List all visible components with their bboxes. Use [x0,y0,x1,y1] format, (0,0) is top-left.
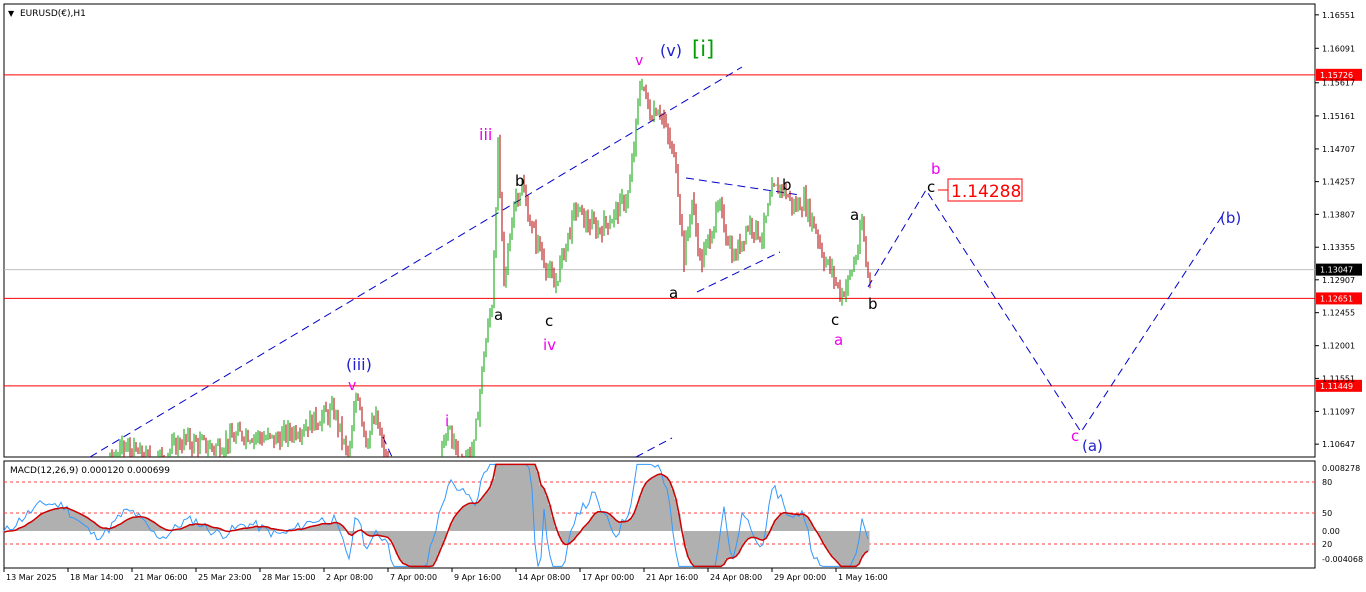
price-tick-label: 1.15617 [1322,79,1355,88]
wave-label: b [868,295,878,313]
price-pane[interactable] [3,3,1316,458]
time-tick-label: 21 Apr 16:00 [646,573,698,582]
time-tick-label: 21 Mar 06:00 [134,573,187,582]
price-tick-label: 1.16551 [1322,11,1355,20]
price-tick-label: 1.16091 [1322,44,1355,53]
macd-scale-label: 80 [1322,478,1332,487]
wave-label: i [445,412,449,430]
price-tick-label: 1.14257 [1322,178,1355,187]
price-tick-label: 1.11097 [1322,407,1355,416]
wave-label: c [545,312,553,330]
macd-label: MACD(12,26,9) 0.000120 0.000699 [10,466,170,476]
wave-label: b [515,172,525,190]
target-price-label: 1.14288 [951,182,1021,202]
wave-label: (v) [660,41,682,60]
macd-scale-label: 50 [1322,509,1332,518]
time-tick-label: 13 Mar 2025 [6,573,57,582]
time-tick-label: 29 Apr 00:00 [774,573,826,582]
wave-label: iv [543,336,556,354]
wave-label: (a) [1082,437,1103,455]
price-tick-label: 1.12001 [1322,342,1355,351]
wave-label: b [782,176,792,194]
price-tick-label: 1.13355 [1322,243,1355,252]
time-tick-label: 14 Apr 08:00 [518,573,570,582]
wave-label: (b) [1220,209,1241,227]
price-tick-label: 1.10647 [1322,440,1355,449]
wave-label: v [635,53,643,69]
wave-label: iii [479,125,492,144]
symbol-label: EURUSD(€),H1 [20,9,86,19]
wave-label: c [831,311,839,329]
wave-label: c [927,178,935,196]
time-axis: 13 Mar 2025 18 Mar 14:00 21 Mar 06:00 25 Ma… [3,568,888,582]
time-tick-label: 7 Apr 00:00 [390,573,437,582]
time-tick-label: 24 Apr 08:00 [710,573,762,582]
price-tick-label: 1.13807 [1322,210,1355,219]
time-tick-label: 25 Mar 23:00 [198,573,251,582]
wave-label: a [669,284,678,302]
macd-scale-label: 20 [1322,540,1332,549]
current-price-label: 1.13047 [1320,266,1353,275]
time-tick-label: 9 Apr 16:00 [454,573,501,582]
price-tick-label: 1.12907 [1322,276,1355,285]
wave-label: a [494,306,503,324]
time-tick-label: 17 Apr 00:00 [582,573,634,582]
chart-window[interactable]: 1.15726 1.12651 1.11449 1.13047 1.14288 v(… [0,0,1366,588]
time-tick-label: 28 Mar 15:00 [262,573,315,582]
level-price-label: 1.12651 [1320,294,1353,303]
time-tick-label: 18 Mar 14:00 [70,573,123,582]
price-tick-label: 1.12455 [1322,309,1355,318]
wave-label: v [348,378,356,394]
time-tick-label: 1 May 16:00 [838,573,888,582]
wave-label: (iii) [346,355,372,374]
macd-scale-label: -0.004068 [1322,555,1363,564]
macd-scale-label: 0.008278 [1322,464,1360,473]
price-tick-label: 1.11551 [1322,374,1355,383]
wave-label: c [1071,427,1079,445]
time-tick-label: 2 Apr 08:00 [326,573,373,582]
price-tick-label: 1.14707 [1322,145,1355,154]
wave-label: a [850,206,859,224]
wave-label: a [834,331,843,349]
wave-label: [i] [692,37,714,61]
triangle-down-icon[interactable]: ▼ [8,9,15,18]
price-tick-label: 1.15161 [1322,112,1355,121]
wave-label: b [931,160,941,178]
macd-scale-label: 0.00 [1322,527,1340,536]
